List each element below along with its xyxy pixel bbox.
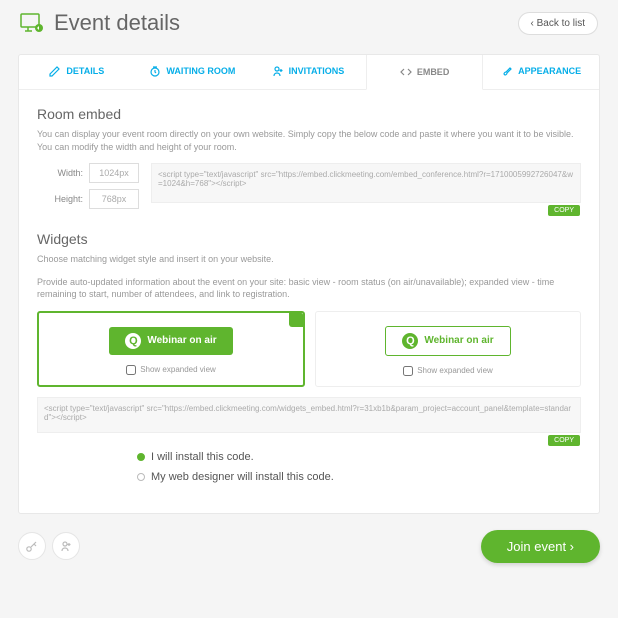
install-option-self[interactable]: I will install this code. bbox=[137, 451, 581, 463]
code-icon bbox=[400, 66, 412, 78]
webinar-on-air-badge: Q Webinar on air bbox=[385, 326, 510, 356]
tab-embed[interactable]: EMBED bbox=[366, 55, 484, 90]
expanded-view-checkbox-2[interactable] bbox=[403, 366, 413, 376]
widgets-desc-2: Provide auto-updated information about t… bbox=[37, 276, 581, 301]
expanded-view-label: Show expanded view bbox=[417, 366, 493, 375]
tab-invitations[interactable]: INVITATIONS bbox=[250, 55, 366, 89]
expanded-view-checkbox-1[interactable] bbox=[126, 365, 136, 375]
widget-style-alt[interactable]: Q Webinar on air Show expanded view bbox=[315, 311, 581, 387]
join-event-button[interactable]: Join event › bbox=[481, 530, 600, 563]
radio-selected-icon bbox=[137, 453, 145, 461]
tab-waiting-room[interactable]: WAITING ROOM bbox=[135, 55, 251, 89]
widget-embed-code[interactable]: <script type="text/javascript" src="http… bbox=[37, 397, 581, 433]
person-add-icon bbox=[272, 65, 284, 77]
page-title: Event details bbox=[54, 10, 518, 36]
pencil-icon bbox=[49, 65, 61, 77]
widget-style-standard[interactable]: Q Webinar on air Show expanded view bbox=[37, 311, 305, 387]
webinar-on-air-badge: Q Webinar on air bbox=[109, 327, 232, 355]
copy-room-code-button[interactable]: COPY bbox=[548, 205, 580, 216]
presenter-button[interactable] bbox=[52, 532, 80, 560]
widgets-desc-1: Choose matching widget style and insert … bbox=[37, 253, 581, 266]
height-input[interactable] bbox=[89, 189, 139, 209]
monitor-icon bbox=[20, 13, 44, 33]
expanded-view-label: Show expanded view bbox=[140, 365, 216, 374]
tab-appearance[interactable]: APPEARANCE bbox=[483, 55, 599, 89]
key-icon bbox=[25, 539, 39, 553]
room-embed-code[interactable]: <script type="text/javascript" src="http… bbox=[151, 163, 581, 203]
width-input[interactable] bbox=[89, 163, 139, 183]
width-label: Width: bbox=[37, 168, 83, 178]
back-to-list-button[interactable]: ‹ Back to list bbox=[518, 12, 598, 35]
radio-unselected-icon bbox=[137, 473, 145, 481]
person-add-icon bbox=[59, 539, 73, 553]
tab-details[interactable]: DETAILS bbox=[19, 55, 135, 89]
copy-widget-code-button[interactable]: COPY bbox=[548, 435, 580, 446]
install-option-designer[interactable]: My web designer will install this code. bbox=[137, 471, 581, 483]
q-icon: Q bbox=[402, 333, 418, 349]
widgets-heading: Widgets bbox=[37, 231, 581, 247]
brush-icon bbox=[501, 65, 513, 77]
clock-icon bbox=[149, 65, 161, 77]
room-embed-heading: Room embed bbox=[37, 106, 581, 122]
q-icon: Q bbox=[125, 333, 141, 349]
key-button[interactable] bbox=[18, 532, 46, 560]
height-label: Height: bbox=[37, 194, 83, 204]
selected-mark-icon bbox=[289, 313, 303, 327]
room-embed-description: You can display your event room directly… bbox=[37, 128, 581, 153]
